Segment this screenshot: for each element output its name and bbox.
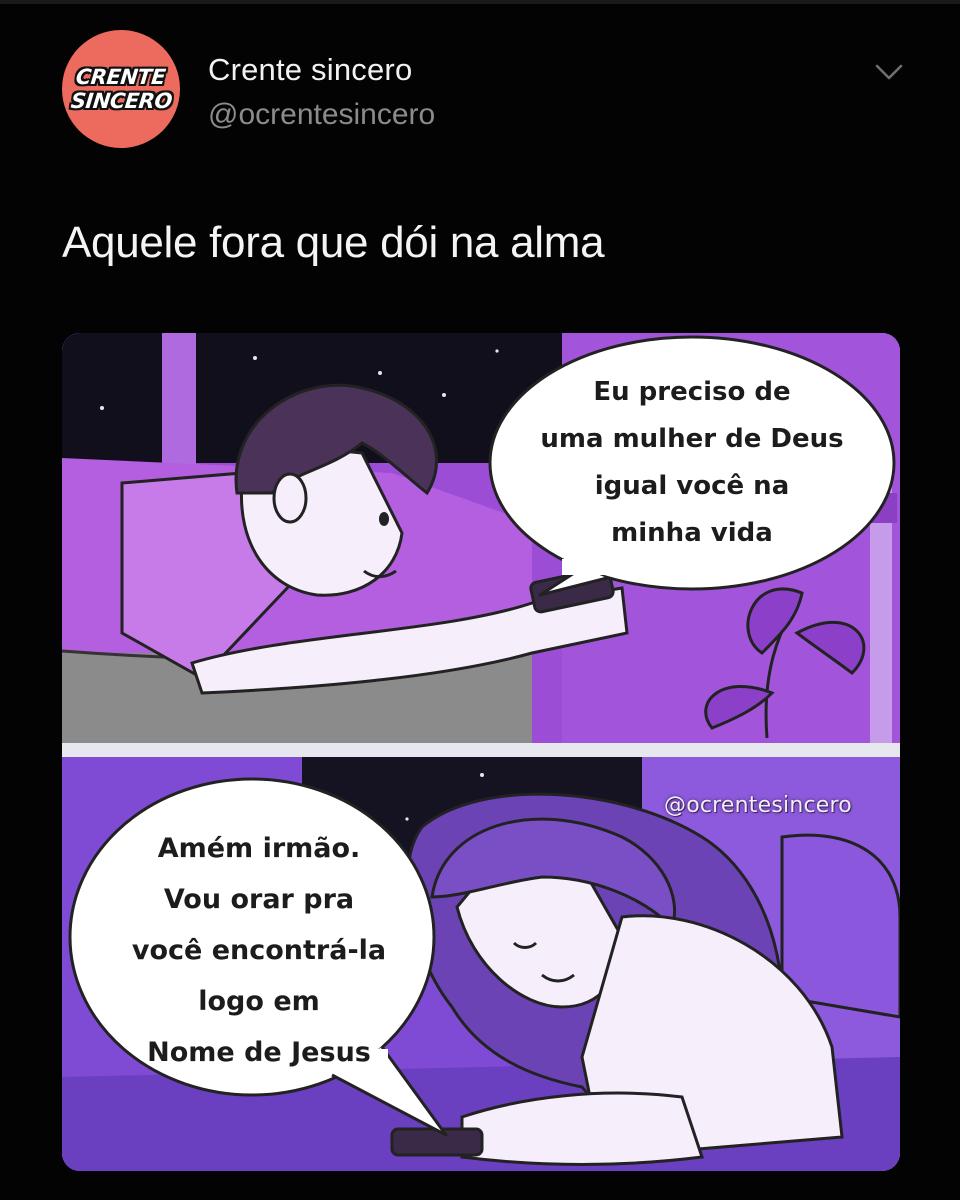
tweet-text: Aquele fora que dói na alma <box>62 218 605 267</box>
chevron-down-icon[interactable] <box>872 60 906 84</box>
bubble-bottom-line: Vou orar pra <box>163 884 355 915</box>
bubble-bottom-line: logo em <box>198 986 320 1017</box>
bubble-top-line: minha vida <box>611 518 773 548</box>
watermark-handle: @ocrentesincero <box>664 793 852 818</box>
avatar-logo-line-2: SINCERO <box>69 89 173 113</box>
bubble-top-line: igual você na <box>594 471 790 501</box>
avatar[interactable]: CRENTE SINCERO <box>62 30 180 148</box>
top-divider <box>0 0 960 4</box>
user-handle[interactable]: @ocrentesincero <box>208 98 435 132</box>
bubble-top-line: uma mulher de Deus <box>540 424 844 454</box>
tweet-media-image[interactable]: Eu preciso de uma mulher de Deus igual v… <box>62 333 900 1171</box>
tweet-page: CRENTE SINCERO Crente sincero @ocrentesi… <box>0 0 960 1200</box>
bubble-bottom-line: você encontrá-la <box>131 935 387 966</box>
avatar-logo-line-1: CRENTE <box>75 65 167 89</box>
bubble-bottom-line: Nome de Jesus <box>147 1037 371 1068</box>
speech-bubble-top: Eu preciso de uma mulher de Deus igual v… <box>502 369 882 557</box>
comic-panel-bottom: @ocrentesincero Amém irmão. Vou orar pra… <box>62 757 900 1171</box>
display-name[interactable]: Crente sincero <box>208 52 412 88</box>
bubble-top-line: Eu preciso de <box>593 377 791 407</box>
speech-bubble-bottom: Amém irmão. Vou orar pra você encontrá-l… <box>90 823 428 1078</box>
bubble-bottom-line: Amém irmão. <box>157 833 361 864</box>
comic-panel-top: Eu preciso de uma mulher de Deus igual v… <box>62 333 900 743</box>
